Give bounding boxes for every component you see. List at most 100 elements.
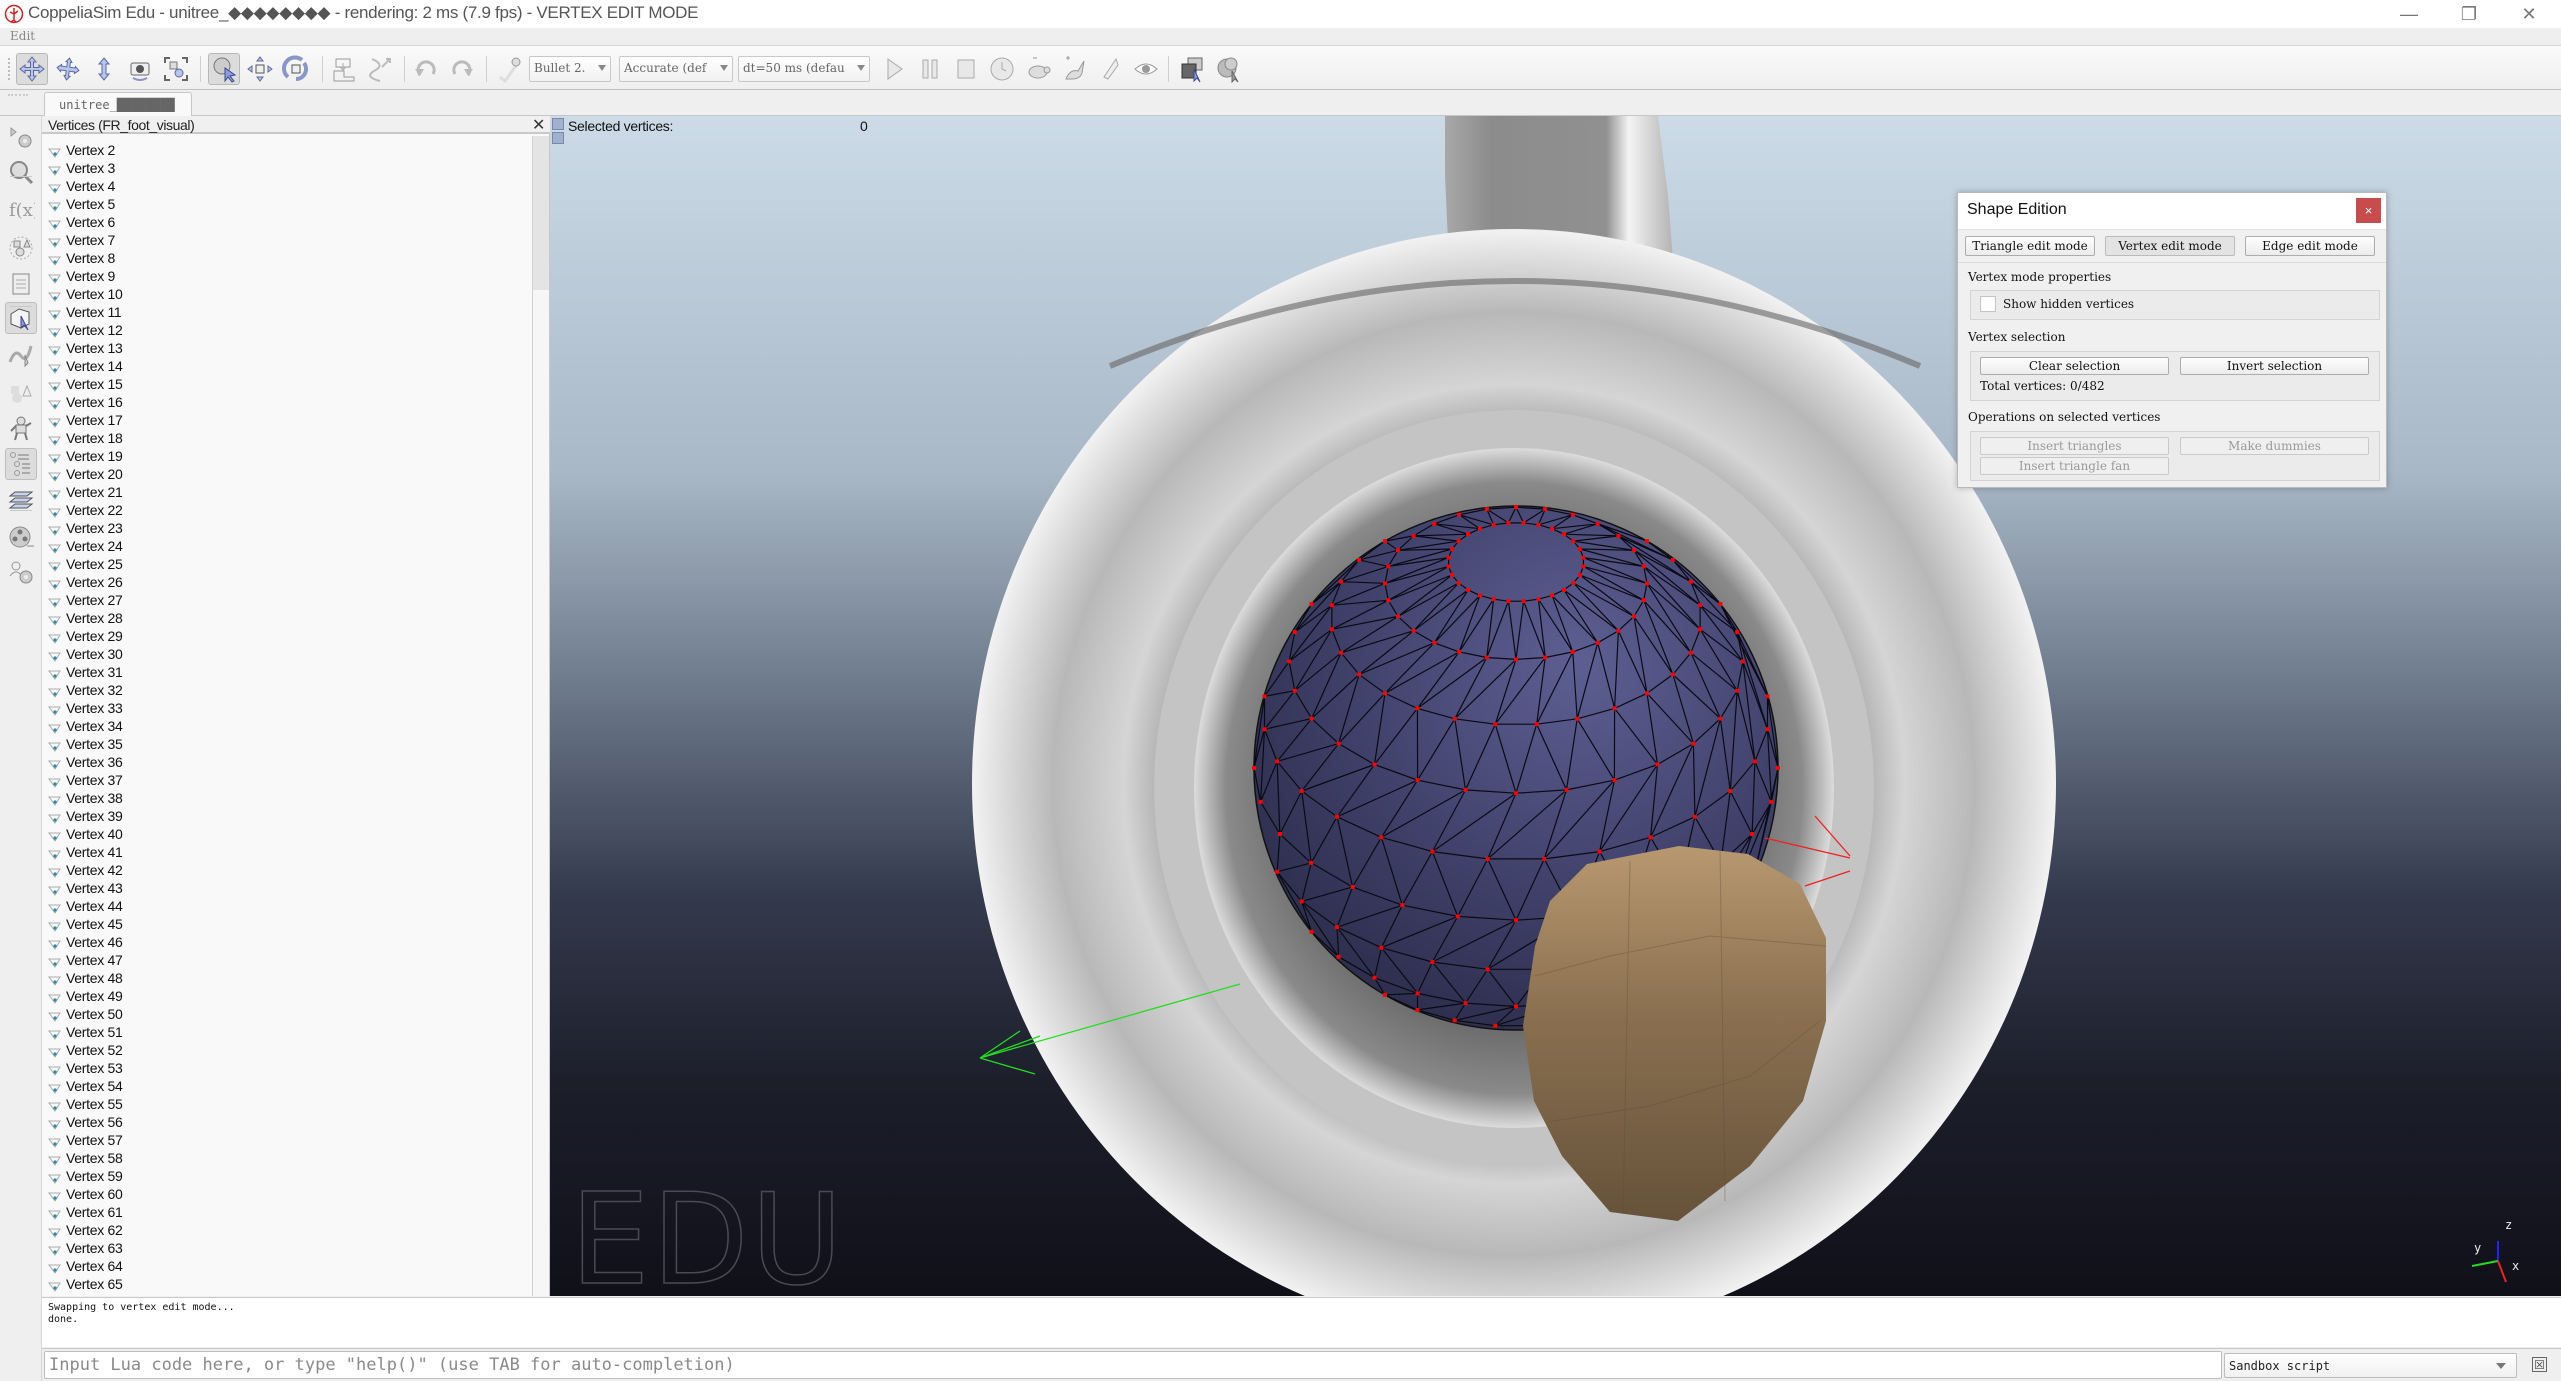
tab-grip[interactable] [8,94,28,97]
list-item[interactable]: Vertex 19 [48,447,123,465]
sidebar-button-layers[interactable] [5,486,37,518]
list-item[interactable]: Vertex 4 [48,177,115,195]
camera-pan-button[interactable] [16,53,48,85]
list-item[interactable]: Vertex 36 [48,753,123,771]
sidebar-button-scripts[interactable]: f(x) [5,192,37,224]
list-item[interactable]: Vertex 51 [48,1023,123,1041]
list-item[interactable]: Vertex 60 [48,1185,123,1203]
object-shift-button[interactable] [244,53,276,85]
list-item[interactable]: Vertex 26 [48,573,123,591]
insert-triangles-button[interactable]: Insert triangles [1980,437,2169,455]
script-selector-dropdown[interactable]: Sandbox script [2224,1353,2517,1378]
list-item[interactable]: Vertex 54 [48,1077,123,1095]
accuracy-combo[interactable]: Accurate (def [619,56,733,82]
list-item[interactable]: Vertex 56 [48,1113,123,1131]
list-item[interactable]: Vertex 6 [48,213,115,231]
undo-button[interactable] [410,53,442,85]
list-item[interactable]: Vertex 20 [48,465,123,483]
list-item[interactable]: Vertex 37 [48,771,123,789]
list-item[interactable]: Vertex 11 [48,303,122,321]
scene-tab[interactable]: unitree_████████ [44,92,192,116]
toolbar-grip[interactable] [8,58,11,80]
list-item[interactable]: Vertex 55 [48,1095,123,1113]
list-item[interactable]: Vertex 40 [48,825,123,843]
list-item[interactable]: Vertex 49 [48,987,123,1005]
edge-edit-mode-button[interactable]: Edge edit mode [2245,236,2375,256]
clear-selection-button[interactable]: Clear selection [1980,357,2169,375]
list-item[interactable]: Vertex 35 [48,735,123,753]
close-vertex-list-button[interactable]: ✕ [532,115,545,135]
list-item[interactable]: Vertex 64 [48,1257,123,1275]
list-item[interactable]: Vertex 62 [48,1221,123,1239]
visualization-toggle-button[interactable] [1130,53,1162,85]
page-selector-button[interactable] [1176,53,1208,85]
show-hidden-vertices-label[interactable]: Show hidden vertices [2003,297,2134,311]
list-item[interactable]: Vertex 17 [48,411,123,429]
viewport-collapse-button[interactable] [552,118,564,130]
status-console[interactable]: Swapping to vertex edit mode... done. [42,1297,2561,1347]
transfer-dna-button[interactable] [364,53,396,85]
sidebar-button-simulation-settings[interactable] [5,122,37,154]
realtime-button[interactable] [986,53,1018,85]
list-item[interactable]: Vertex 18 [48,429,123,447]
close-dialog-button[interactable]: × [2356,198,2381,223]
list-item[interactable]: Vertex 23 [48,519,123,537]
scrollbar-thumb[interactable] [533,136,549,290]
list-item[interactable]: Vertex 32 [48,681,123,699]
list-item[interactable]: Vertex 41 [48,843,123,861]
list-item[interactable]: Vertex 29 [48,627,123,645]
minimize-button[interactable]: — [2380,0,2438,28]
lua-command-input[interactable]: Input Lua code here, or type "help()" (u… [44,1351,2222,1379]
list-item[interactable]: Vertex 45 [48,915,123,933]
slower-button[interactable] [1022,53,1054,85]
list-item[interactable]: Vertex 48 [48,969,123,987]
clear-console-button[interactable]: ☒ [2532,1357,2547,1372]
list-item[interactable]: Vertex 13 [48,339,123,357]
sidebar-button-primitives[interactable] [5,378,37,410]
triangle-edit-mode-button[interactable]: Triangle edit mode [1965,236,2095,256]
sidebar-button-path-edit[interactable] [5,338,37,370]
list-item[interactable]: Vertex 58 [48,1149,123,1167]
make-dummies-button[interactable]: Make dummies [2180,437,2369,455]
play-button[interactable] [878,53,910,85]
faster-button[interactable] [1058,53,1090,85]
list-item[interactable]: Vertex 10 [48,285,123,303]
list-item[interactable]: Vertex 16 [48,393,123,411]
list-item[interactable]: Vertex 3 [48,159,115,177]
dialog-title-bar[interactable]: Shape Edition × [1958,193,2386,229]
list-item[interactable]: Vertex 15 [48,375,123,393]
threaded-rendering-button[interactable] [1094,53,1126,85]
menu-edit[interactable]: Edit [10,29,35,43]
sidebar-button-scene-hierarchy[interactable] [5,448,37,480]
list-item[interactable]: Vertex 46 [48,933,123,951]
list-item[interactable]: Vertex 43 [48,879,123,897]
list-item[interactable]: Vertex 22 [48,501,123,519]
invert-selection-button[interactable]: Invert selection [2180,357,2369,375]
timestep-combo[interactable]: dt=50 ms (defau [738,56,870,82]
list-item[interactable]: Vertex 9 [48,267,115,285]
pause-button[interactable] [914,53,946,85]
list-item[interactable]: Vertex 50 [48,1005,123,1023]
list-item[interactable]: Vertex 52 [48,1041,123,1059]
list-item[interactable]: Vertex 59 [48,1167,123,1185]
list-item[interactable]: Vertex 47 [48,951,123,969]
restore-button[interactable]: ❐ [2440,0,2498,28]
vertex-edit-mode-button[interactable]: Vertex edit mode [2105,236,2235,256]
list-item[interactable]: Vertex 30 [48,645,123,663]
list-item[interactable]: Vertex 24 [48,537,123,555]
list-item[interactable]: Vertex 33 [48,699,123,717]
camera-shift-button[interactable] [88,53,120,85]
camera-angle-button[interactable] [124,53,156,85]
click-selection-button[interactable] [208,53,240,85]
list-item[interactable]: Vertex 5 [48,195,115,213]
list-item[interactable]: Vertex 63 [48,1239,123,1257]
list-item[interactable]: Vertex 53 [48,1059,123,1077]
list-item[interactable]: Vertex 25 [48,555,123,573]
list-item[interactable]: Vertex 14 [48,357,123,375]
vertex-list-scrollbar[interactable] [532,136,549,1296]
list-item[interactable]: Vertex 2 [48,141,115,159]
list-item[interactable]: Vertex 61 [48,1203,123,1221]
object-rotate-button[interactable] [280,53,312,85]
list-item[interactable]: Vertex 31 [48,663,123,681]
list-item[interactable]: Vertex 8 [48,249,115,267]
